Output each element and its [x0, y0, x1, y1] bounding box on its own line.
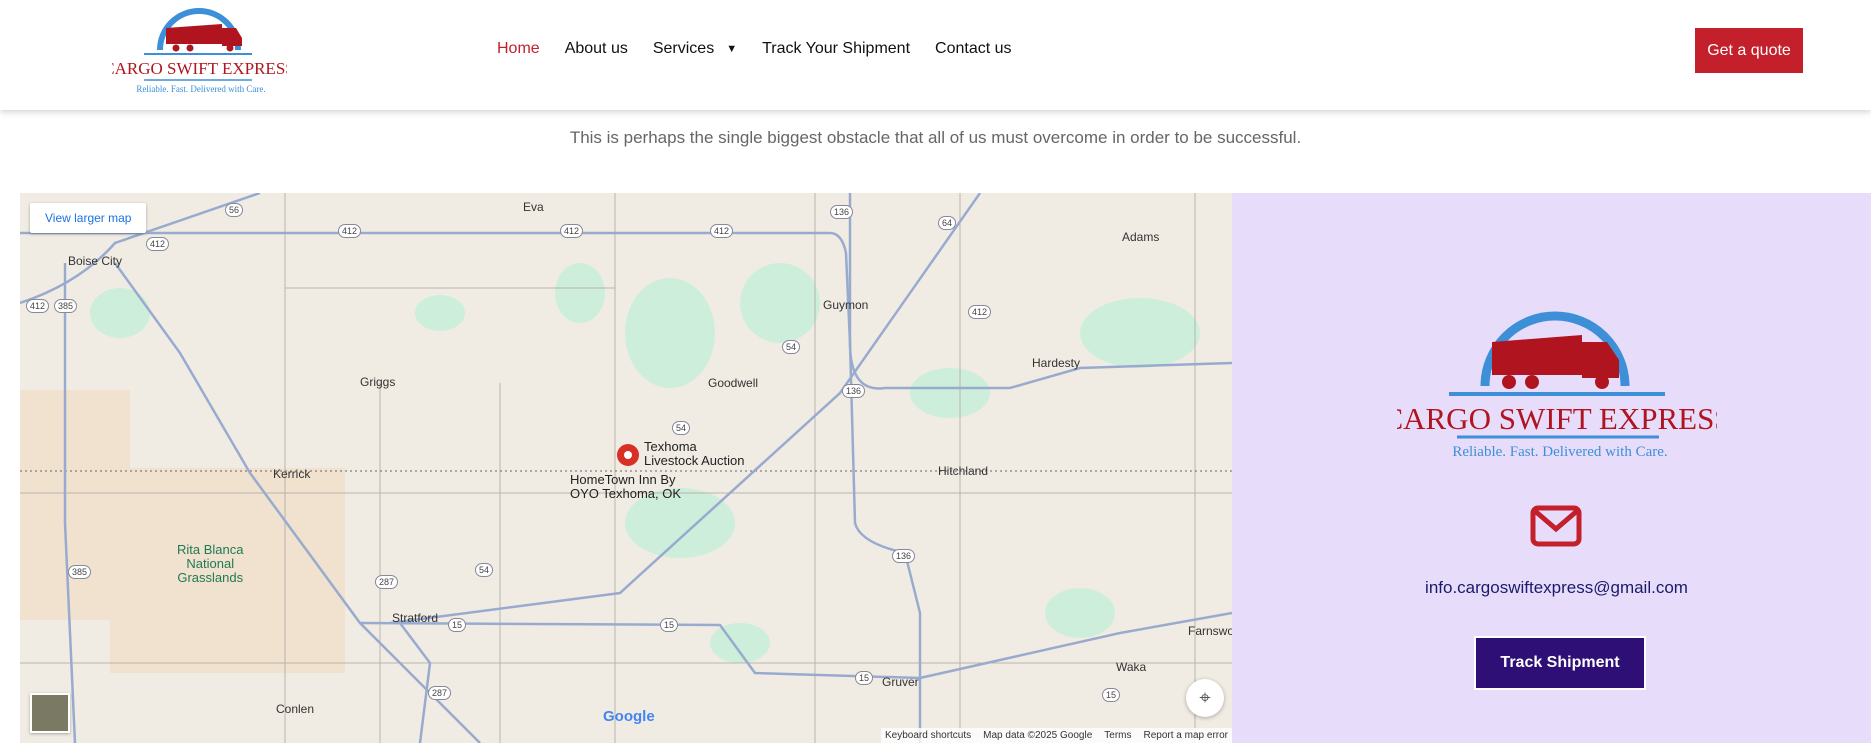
route-shield: 385 — [54, 299, 78, 313]
nav-contact-label: Contact us — [935, 40, 1012, 57]
nav-services-label: Services — [652, 40, 715, 57]
hotel-line: HomeTown Inn By — [570, 472, 676, 487]
contact-card: CARGO SWIFT EXPRESS Reliable. Fast. Deli… — [1232, 193, 1871, 743]
map-place: Stratford — [392, 611, 439, 625]
nav-track[interactable]: Track Your Shipment — [762, 40, 910, 58]
map-place: Gruver — [882, 675, 919, 689]
terms-link[interactable]: Terms — [1104, 730, 1131, 741]
route-shield: 54 — [475, 563, 494, 577]
route-shield: 54 — [672, 421, 691, 435]
map-place: Eva — [523, 200, 544, 214]
map-hotel-label: HomeTown Inn By OYO Texhoma, OK — [570, 473, 681, 501]
nav-contact[interactable]: Contact us — [935, 40, 1011, 58]
get-quote-button[interactable]: Get a quote — [1695, 28, 1803, 73]
park-line: Grasslands — [177, 570, 244, 585]
nav-home-label: Home — [497, 40, 540, 57]
view-larger-map-link[interactable]: View larger map — [30, 203, 147, 233]
route-shield: 136 — [830, 205, 854, 219]
map-place: Griggs — [360, 375, 396, 389]
route-shield: 412 — [560, 224, 584, 238]
marker-line: Texhoma — [644, 439, 697, 454]
route-shield: 412 — [26, 299, 50, 313]
map-place: Conlen — [276, 702, 315, 716]
nav-home[interactable]: Home — [497, 40, 540, 58]
map-attribution: Keyboard shortcuts Map data ©2025 Google… — [880, 728, 1232, 743]
nav-about[interactable]: About us — [565, 40, 628, 58]
map-marker-label: Texhoma Livestock Auction — [644, 440, 744, 468]
keyboard-shortcuts-link[interactable]: Keyboard shortcuts — [885, 730, 971, 741]
route-shield: 56 — [225, 203, 244, 217]
satellite-toggle[interactable] — [30, 693, 70, 733]
map-canvas — [20, 193, 1232, 743]
report-error-link[interactable]: Report a map error — [1144, 730, 1228, 741]
map-place: Hitchland — [938, 464, 989, 478]
envelope-icon — [1530, 505, 1582, 547]
google-logo: Google — [603, 708, 655, 725]
svg-text:Reliable. Fast. Delivered with: Reliable. Fast. Delivered with Care. — [1452, 444, 1667, 460]
route-shield: 412 — [710, 224, 734, 238]
route-shield: 412 — [338, 224, 362, 238]
route-shield: 287 — [375, 575, 399, 589]
nav-services[interactable]: Services ▼ — [653, 40, 737, 58]
route-shield: 287 — [428, 686, 452, 700]
map-park-label: Rita Blanca National Grasslands — [177, 543, 243, 585]
section-tagline: This is perhaps the single biggest obsta… — [569, 128, 1302, 147]
map-place: Kerrick — [273, 467, 311, 481]
track-shipment-button[interactable]: Track Shipment — [1474, 636, 1646, 690]
map-place: Waka — [1116, 660, 1147, 674]
svg-text:CARGO SWIFT EXPRESS: CARGO SWIFT EXPRESS — [1397, 401, 1717, 436]
map-place: Guymon — [823, 298, 869, 312]
route-shield: 64 — [938, 216, 957, 230]
route-shield: 15 — [448, 618, 467, 632]
svg-text:Reliable. Fast. Delivered with: Reliable. Fast. Delivered with Care. — [136, 84, 265, 94]
route-shield: 15 — [1102, 688, 1121, 702]
park-line: National — [186, 556, 235, 571]
map-place: Goodwell — [708, 376, 759, 390]
card-brand-logo: CARGO SWIFT EXPRESS Reliable. Fast. Deli… — [1382, 290, 1732, 465]
google-map[interactable]: View larger map Eva Boise City Adams Guy… — [20, 193, 1232, 743]
marker-line: Livestock Auction — [644, 453, 745, 468]
route-shield: 136 — [842, 384, 866, 398]
recenter-icon[interactable]: ⌖ — [1186, 679, 1224, 717]
route-shield: 136 — [892, 549, 916, 563]
route-shield: 412 — [968, 305, 992, 319]
map-place: Adams — [1122, 230, 1160, 244]
route-shield: 54 — [782, 340, 801, 354]
logo-mark-icon: CARGO SWIFT EXPRESS Reliable. Fast. Deli… — [103, 8, 295, 94]
map-place: Farnswo — [1188, 624, 1232, 638]
caret-down-icon: ▼ — [726, 43, 738, 55]
main-nav: Home About us Services ▼ Track Your Shipm… — [497, 40, 1037, 58]
google-logo-text: Google — [603, 708, 655, 725]
route-shield: 412 — [146, 237, 170, 251]
site-header: CARGO SWIFT EXPRESS Reliable. Fast. Deli… — [0, 0, 1871, 110]
map-place: Hardesty — [1032, 356, 1081, 370]
park-line: Rita Blanca — [177, 542, 244, 557]
svg-text:CARGO SWIFT EXPRESS: CARGO SWIFT EXPRESS — [112, 59, 287, 78]
map-data-text: Map data ©2025 Google — [983, 730, 1093, 741]
brand-logo[interactable]: CARGO SWIFT EXPRESS Reliable. Fast. Deli… — [103, 0, 295, 100]
nav-about-label: About us — [564, 40, 628, 57]
map-place: Boise City — [68, 254, 123, 268]
route-shield: 15 — [660, 618, 679, 632]
logo-mark-icon: CARGO SWIFT EXPRESS Reliable. Fast. Deli… — [1382, 311, 1732, 460]
route-shield: 385 — [68, 565, 92, 579]
route-shield: 15 — [855, 671, 874, 685]
hotel-line: OYO Texhoma, OK — [570, 486, 682, 501]
nav-track-label: Track Your Shipment — [762, 40, 911, 57]
contact-email[interactable]: info.cargoswiftexpress@gmail.com — [1232, 578, 1871, 598]
